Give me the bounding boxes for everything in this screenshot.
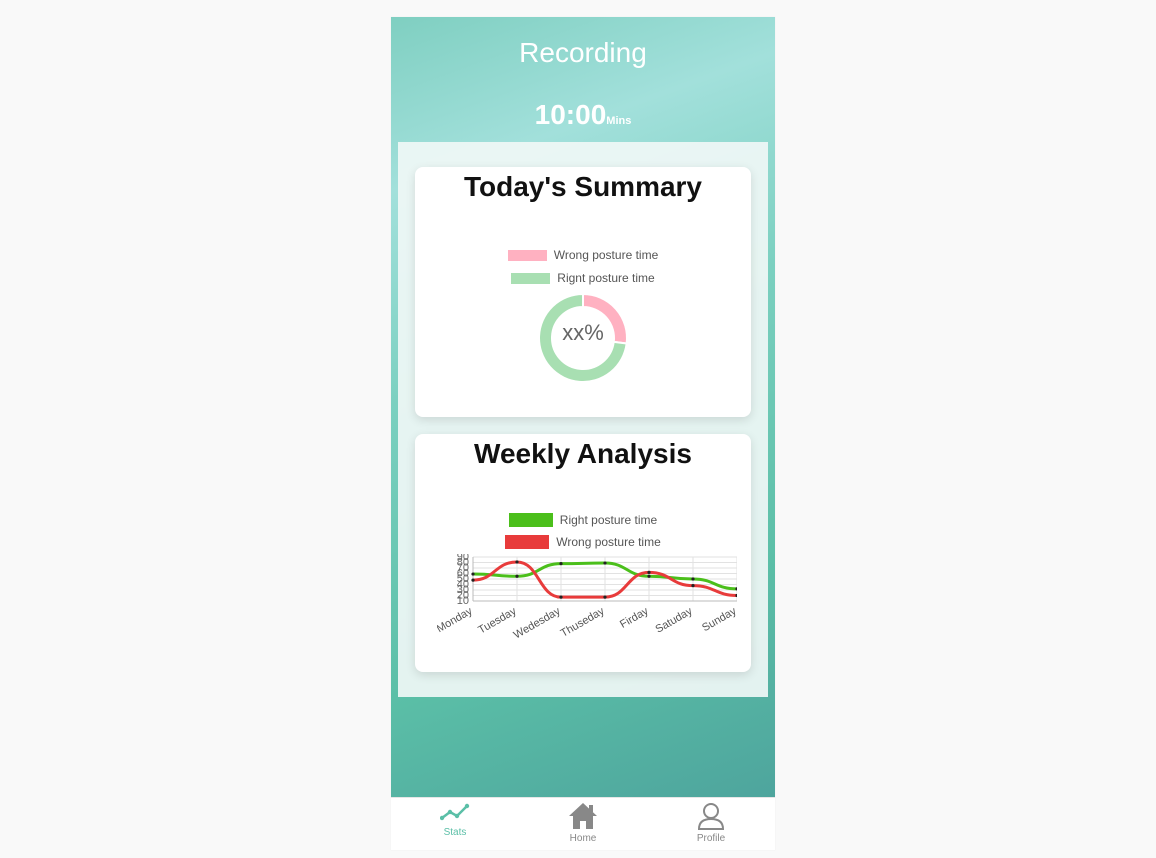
x-tick-label: Monday (437, 605, 475, 635)
bottom-nav: Stats Home Profile (391, 797, 775, 850)
nav-item-home[interactable]: Home (519, 798, 647, 850)
recording-timer: 10:00Mins (391, 99, 775, 131)
data-point[interactable] (471, 572, 475, 576)
legend-label: Wrong posture time (556, 535, 661, 549)
nav-label-stats: Stats (443, 827, 467, 838)
data-point[interactable] (691, 584, 695, 588)
stats-icon (440, 803, 470, 821)
summary-card: Today's Summary Wrong posture time Rignt… (415, 167, 751, 417)
y-tick-label: 90 (457, 554, 469, 563)
data-point[interactable] (691, 577, 695, 581)
x-tick-label: Firday (618, 605, 651, 631)
content-panel: Today's Summary Wrong posture time Rignt… (398, 142, 768, 697)
weekly-legend-right[interactable]: Right posture time (415, 513, 751, 527)
data-point[interactable] (603, 595, 607, 599)
nav-label-profile: Profile (696, 833, 726, 844)
donut-chart (538, 292, 628, 383)
x-tick-label: Thuseday (559, 605, 607, 640)
data-point[interactable] (471, 578, 475, 582)
nav-item-stats[interactable]: Stats (391, 798, 519, 850)
weekly-line-chart: 102030405060708090Monday TuesdayWedesdayT… (437, 554, 737, 642)
x-tick-label: Wedesday (512, 605, 563, 642)
weekly-title: Weekly Analysis (474, 438, 692, 469)
app-screen: Recording 10:00Mins Today's Summary Wron… (391, 17, 775, 850)
data-point[interactable] (515, 560, 519, 564)
home-icon (569, 803, 597, 829)
x-tick-label: Sunday (700, 605, 737, 634)
timer-value: 10:00 (534, 99, 607, 130)
page-title: Recording (519, 37, 647, 68)
donut-center-label: xx% (562, 320, 604, 345)
timer-unit: Mins (606, 115, 632, 127)
legend-label: Right posture time (559, 513, 658, 527)
weekly-card: Weekly Analysis Right posture time Wrong… (415, 434, 751, 672)
data-point[interactable] (647, 570, 651, 574)
profile-icon (697, 803, 725, 830)
data-point[interactable] (515, 574, 519, 578)
data-point[interactable] (559, 562, 563, 566)
data-point[interactable] (603, 561, 607, 565)
legend-swatch (508, 513, 553, 527)
data-point[interactable] (647, 574, 651, 578)
nav-label-home: Home (569, 833, 597, 844)
legend-swatch (505, 535, 550, 549)
x-tick-label: Satuday (654, 605, 695, 636)
weekly-legend-wrong[interactable]: Wrong posture time (415, 535, 751, 549)
data-point[interactable] (559, 595, 563, 599)
nav-item-profile[interactable]: Profile (647, 798, 775, 850)
